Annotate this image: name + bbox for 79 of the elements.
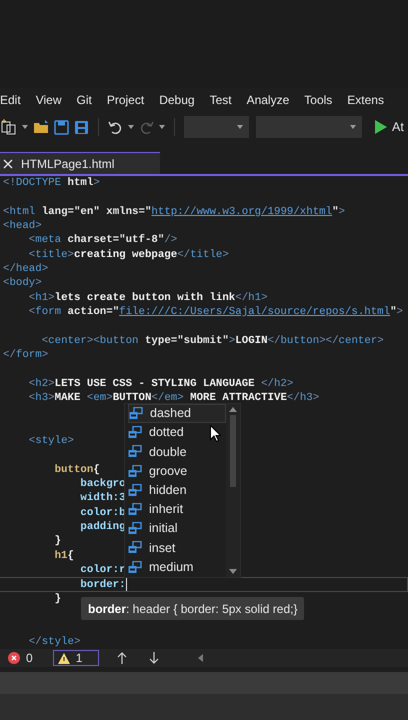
code-line: backgro bbox=[79, 476, 126, 492]
scroll-left-icon[interactable] bbox=[198, 654, 203, 662]
blocks-icon bbox=[128, 541, 142, 554]
code-line: <h3>MAKE <em>BUTTON</em> MORE ATTRACTIVE</h3> bbox=[28, 390, 320, 406]
completion-item[interactable]: inherit bbox=[128, 500, 226, 520]
code-line: color:r bbox=[79, 562, 126, 578]
blocks-icon bbox=[128, 426, 142, 440]
caret-icon[interactable] bbox=[159, 125, 165, 129]
menu-item[interactable]: Git bbox=[76, 91, 92, 109]
arrow-down-icon[interactable] bbox=[148, 652, 159, 664]
new-project-icon[interactable] bbox=[1, 119, 17, 135]
completion-item[interactable]: initial bbox=[128, 519, 226, 538]
play-icon[interactable] bbox=[375, 120, 387, 134]
scroll-down-icon[interactable] bbox=[229, 569, 237, 574]
run-button[interactable]: At bbox=[392, 118, 404, 136]
scroll-up-icon[interactable] bbox=[229, 407, 237, 412]
blocks-icon bbox=[128, 560, 142, 574]
warning-filter[interactable]: 1 bbox=[52, 650, 99, 666]
code-line: <form action="file:///C:/Users/Sajal/source/repos/s.html"> bbox=[28, 304, 403, 320]
blocks-icon bbox=[129, 407, 143, 420]
menu-item[interactable]: Extens bbox=[347, 91, 384, 109]
code-line: <html lang="en" xmlns="http://www.w3.org/1999/xhtml"> bbox=[3, 204, 345, 219]
caret-icon[interactable] bbox=[128, 125, 134, 129]
completion-item[interactable]: inset bbox=[128, 538, 226, 558]
code-line: } bbox=[54, 534, 62, 549]
code-line: <meta charset="utf-8"/> bbox=[28, 233, 178, 248]
error-icon[interactable] bbox=[8, 652, 20, 664]
open-folder-icon[interactable] bbox=[33, 120, 49, 134]
caret-icon[interactable] bbox=[350, 125, 356, 129]
arrow-up-icon[interactable] bbox=[116, 652, 127, 664]
editor-tab[interactable]: HTMLPage1.html bbox=[0, 152, 160, 174]
menu-item[interactable]: Analyze bbox=[246, 91, 290, 109]
blocks-icon bbox=[128, 445, 142, 458]
warning-icon bbox=[58, 652, 70, 664]
menu-item[interactable]: Edit bbox=[0, 91, 21, 109]
scrollbar[interactable] bbox=[226, 404, 240, 577]
completion-item[interactable]: hidden bbox=[128, 480, 226, 500]
text-cursor bbox=[126, 578, 127, 591]
code-line: <title>creating webpage</title> bbox=[28, 248, 229, 262]
caret-icon[interactable] bbox=[237, 125, 243, 129]
completion-item[interactable]: dotted bbox=[128, 423, 226, 442]
tooltip: border: header { border: 5px solid red;} bbox=[81, 597, 304, 620]
menu-item[interactable]: View bbox=[36, 91, 62, 109]
menu-item[interactable]: Debug bbox=[159, 91, 195, 109]
code-line: <h2>LETS USE CSS - STYLING LANGUAGE </h2> bbox=[28, 376, 294, 391]
close-icon[interactable] bbox=[3, 158, 13, 168]
undo-icon[interactable] bbox=[108, 120, 123, 134]
mouse-pointer-icon bbox=[210, 425, 221, 442]
code-line: </head> bbox=[3, 262, 48, 276]
menu-item[interactable]: Test bbox=[210, 91, 232, 109]
code-line: } bbox=[54, 592, 62, 606]
menu-item[interactable]: Tools bbox=[304, 91, 332, 109]
code-line: color:b bbox=[79, 506, 126, 520]
code-line: </style> bbox=[28, 634, 80, 649]
error-count: 0 bbox=[26, 650, 33, 667]
completion-item[interactable]: groove bbox=[128, 462, 226, 481]
code-line: <!DOCTYPE html> bbox=[3, 176, 100, 190]
code-line: <body> bbox=[3, 276, 42, 291]
completion-item[interactable]: medium bbox=[128, 558, 226, 577]
blocks-icon bbox=[128, 522, 142, 536]
completion-item[interactable]: double bbox=[128, 442, 226, 462]
code-line: button{ bbox=[54, 462, 100, 477]
code-line: </form> bbox=[3, 348, 48, 362]
code-line: <center><button type="submit">LOGIN</button></center> bbox=[40, 334, 384, 348]
save-all-icon[interactable] bbox=[74, 120, 89, 134]
blocks-icon bbox=[128, 503, 142, 516]
blocks-icon bbox=[128, 464, 142, 478]
code-line: <head> bbox=[3, 218, 42, 234]
code-line: h1{ bbox=[54, 548, 74, 563]
code-line: <style> bbox=[28, 434, 74, 448]
code-line: padding bbox=[79, 520, 126, 534]
code-line: width:3 bbox=[79, 491, 126, 506]
completion-item[interactable]: dashed bbox=[128, 404, 226, 424]
code-line: <h1>lets create button with link</h1> bbox=[28, 290, 268, 305]
save-icon[interactable] bbox=[54, 120, 69, 134]
menu-item[interactable]: Project bbox=[106, 91, 144, 109]
code-line: border: bbox=[79, 578, 126, 591]
caret-icon[interactable] bbox=[22, 125, 28, 129]
blocks-icon bbox=[128, 484, 142, 497]
